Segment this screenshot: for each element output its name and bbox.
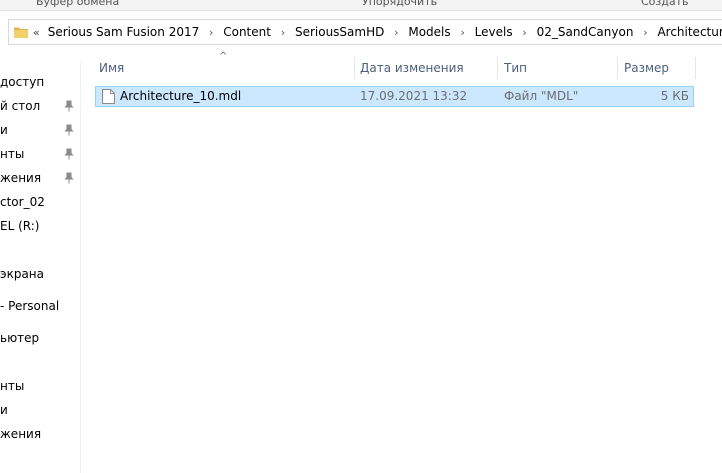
breadcrumb-levels[interactable]: Levels xyxy=(474,25,514,39)
nav-item-label: EL (R:) xyxy=(0,219,40,233)
breadcrumb-architecture[interactable]: Architecture xyxy=(656,25,722,39)
pane-divider[interactable] xyxy=(80,62,81,473)
breadcrumb-sandcanyon[interactable]: 02_SandCanyon xyxy=(536,25,635,39)
column-header: ^ Имя Дата изменения Тип Размер xyxy=(90,51,722,79)
nav-item-label: жения xyxy=(0,171,42,185)
column-type[interactable]: Тип xyxy=(495,57,615,79)
chevron-right-icon[interactable]: › xyxy=(272,26,294,39)
pin-icon xyxy=(64,172,74,184)
ribbon-group-clipboard: Буфер обмена xyxy=(36,0,120,8)
breadcrumb-serioussamhd[interactable]: SeriousSamHD xyxy=(294,25,385,39)
chevron-right-icon[interactable]: › xyxy=(452,26,474,39)
nav-item-label: - Personal xyxy=(0,299,60,313)
pin-icon xyxy=(64,148,74,160)
chevron-right-icon[interactable]: › xyxy=(634,26,656,39)
nav-item-label: и xyxy=(0,403,8,417)
file-name: Architecture_10.mdl xyxy=(120,89,242,103)
nav-item-sector-02[interactable]: ctor_02 xyxy=(0,195,45,209)
nav-item-label: жения xyxy=(0,427,42,441)
nav-item-drive-r[interactable]: EL (R:) xyxy=(0,219,39,233)
column-date-modified[interactable]: Дата изменения xyxy=(351,57,495,79)
nav-item-label: нты xyxy=(0,379,25,393)
file-date-modified: 17.09.2021 13:32 xyxy=(360,89,468,103)
nav-item-documents[interactable]: нты xyxy=(0,147,74,161)
nav-item-label: и xyxy=(0,123,8,137)
column-name[interactable]: Имя xyxy=(90,57,354,79)
ribbon-group-organize: Упорядочить xyxy=(362,0,438,8)
nav-item-onedrive-personal[interactable]: - Personal xyxy=(0,299,59,313)
file-type: Файл "MDL" xyxy=(504,89,579,103)
navigation-pane: доступ й стол и нты жения ctor_02 EL (R:… xyxy=(0,62,80,473)
nav-item-pc-downloads[interactable]: и xyxy=(0,403,8,417)
nav-item-label: ctor_02 xyxy=(0,195,45,209)
nav-item-label: й стол xyxy=(0,99,41,113)
nav-item-quick-access[interactable]: доступ xyxy=(0,75,44,89)
chevron-right-icon[interactable]: › xyxy=(200,26,222,39)
ribbon-group-new: Создать xyxy=(641,0,689,8)
breadcrumb-overflow-button[interactable]: « xyxy=(33,26,40,39)
ribbon-group-labels: Буфер обмена Упорядочить Создать xyxy=(0,0,722,11)
nav-item-label: ьютер xyxy=(0,331,40,345)
nav-item-label: доступ xyxy=(0,75,45,89)
breadcrumb: « Serious Sam Fusion 2017 › Content › Se… xyxy=(33,20,722,44)
chevron-right-icon[interactable]: › xyxy=(514,26,536,39)
pin-icon xyxy=(64,100,74,112)
column-resize-handle[interactable] xyxy=(695,57,696,79)
file-size: 5 КБ xyxy=(660,89,689,103)
nav-item-pc-documents[interactable]: нты xyxy=(0,379,24,393)
breadcrumb-models[interactable]: Models xyxy=(407,25,451,39)
column-size[interactable]: Размер xyxy=(615,57,695,79)
pin-icon xyxy=(64,124,74,136)
address-bar[interactable]: « Serious Sam Fusion 2017 › Content › Se… xyxy=(8,19,722,45)
breadcrumb-serious-sam-fusion[interactable]: Serious Sam Fusion 2017 xyxy=(47,25,201,39)
nav-item-label: нты xyxy=(0,147,25,161)
nav-item-downloads[interactable]: и xyxy=(0,123,74,137)
file-row[interactable]: Architecture_10.mdl 17.09.2021 13:32 Фай… xyxy=(95,86,694,107)
nav-item-pc-pictures[interactable]: жения xyxy=(0,427,41,441)
folder-icon xyxy=(14,27,28,38)
file-icon xyxy=(102,89,115,104)
nav-item-screenshots[interactable]: экрана xyxy=(0,267,44,281)
nav-item-this-pc[interactable]: ьютер xyxy=(0,331,39,345)
chevron-right-icon[interactable]: › xyxy=(385,26,407,39)
nav-item-label: экрана xyxy=(0,267,45,281)
breadcrumb-content[interactable]: Content xyxy=(222,25,272,39)
nav-item-pictures[interactable]: жения xyxy=(0,171,74,185)
nav-item-desktop[interactable]: й стол xyxy=(0,99,74,113)
